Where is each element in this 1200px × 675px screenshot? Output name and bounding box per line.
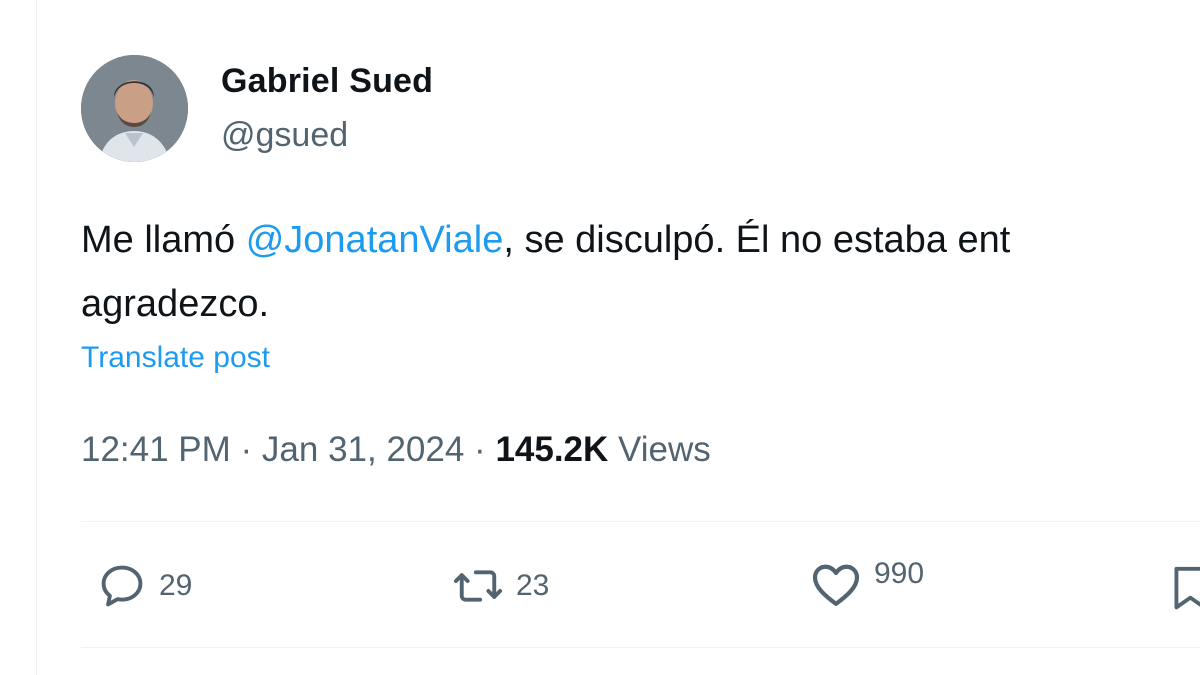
post-time[interactable]: 12:41 PM (81, 430, 231, 469)
post-meta: 12:41 PM · Jan 31, 2024 · 145.2K Views (81, 430, 711, 470)
like-button[interactable]: 990 (808, 556, 924, 612)
repost-icon (453, 570, 503, 602)
author-name[interactable]: Gabriel Sued (221, 62, 433, 101)
avatar[interactable] (81, 55, 188, 162)
reply-button[interactable]: 29 (95, 560, 192, 612)
author-handle[interactable]: @gsued (221, 116, 348, 155)
mention-link[interactable]: @JonatanViale (246, 219, 504, 261)
repost-count: 23 (516, 569, 550, 602)
meta-separator: · (230, 430, 262, 469)
post-date[interactable]: Jan 31, 2024 (262, 430, 464, 469)
post-text: Me llamó @JonatanViale, se disculpó. Él … (81, 208, 1200, 336)
views-count: 145.2K (495, 430, 609, 469)
avatar-photo (81, 55, 188, 162)
post-text-line-2: agradezco. (81, 283, 270, 325)
post-text-line-1: Me llamó @JonatanViale, se disculpó. Él … (81, 208, 1200, 272)
meta-separator: · (464, 430, 496, 469)
repost-button[interactable]: 23 (450, 560, 549, 612)
heart-icon (812, 564, 860, 606)
tweet: Gabriel Sued @gsued Me llamó @JonatanVia… (0, 0, 1200, 675)
bookmark-button[interactable] (1170, 560, 1200, 614)
post-text-before: Me llamó (81, 219, 246, 261)
divider-bottom (81, 647, 1200, 648)
bookmark-icon (1174, 566, 1200, 610)
views-label: Views (608, 430, 711, 469)
divider-top (81, 521, 1200, 522)
reply-icon (101, 565, 143, 607)
like-count: 990 (874, 557, 925, 590)
reply-count: 29 (159, 569, 193, 602)
post-text-after: , se disculpó. Él no estaba ent (503, 219, 1011, 261)
translate-post-link[interactable]: Translate post (81, 341, 270, 375)
